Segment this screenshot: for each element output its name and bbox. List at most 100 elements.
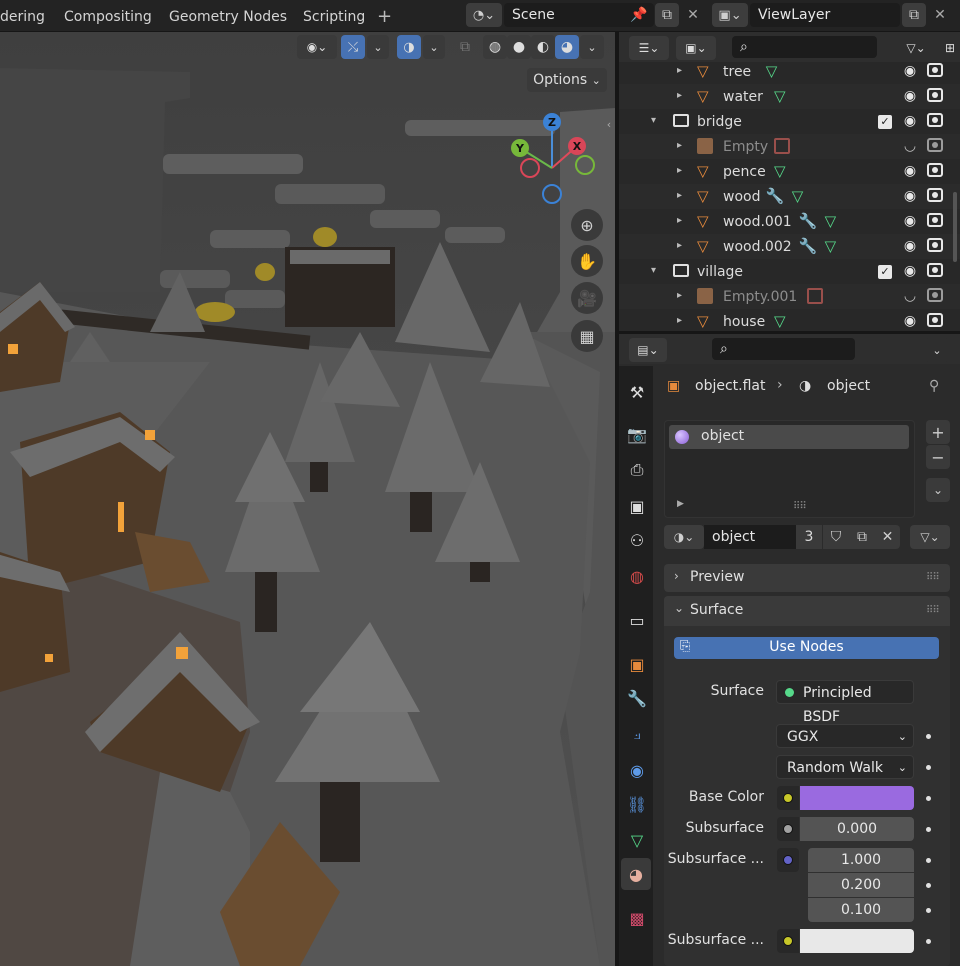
display-mode-dropdown[interactable]: ☰⌄ [629, 36, 669, 60]
new-collection-button[interactable]: ⊞ [940, 36, 960, 60]
slot-specials-button[interactable]: ⌄ [926, 478, 950, 502]
mesh-data-icon[interactable]: ▽ [825, 238, 837, 254]
subsurface-color-socket-button[interactable] [777, 929, 799, 953]
eye-icon[interactable]: ◉ [901, 113, 919, 129]
render-camera-icon[interactable] [927, 213, 943, 227]
surface-shader-dropdown[interactable]: Principled BSDF [776, 680, 914, 725]
shading-material[interactable]: ◐ [531, 35, 555, 59]
properties-search-input[interactable]: ⌕ [712, 338, 855, 360]
expand-triangle-icon[interactable]: ▶ [677, 499, 684, 509]
modifier-wrench-icon[interactable]: 🔧 [799, 237, 818, 255]
tab-data[interactable]: ▽ [625, 828, 649, 852]
pin-icon[interactable]: 📌 [630, 6, 648, 24]
disclosure-closed-icon[interactable]: ▸ [677, 215, 682, 226]
outliner-row-tree[interactable]: ▸ ▽ tree ▽ ◉ [619, 59, 960, 84]
mesh-data-icon[interactable]: ▽ [825, 213, 837, 229]
render-camera-icon[interactable] [927, 113, 943, 127]
tab-render[interactable]: 📷 [625, 422, 649, 446]
xray-toggle[interactable]: ⧉ [453, 35, 477, 59]
tab-constraints[interactable]: ⛓ [625, 792, 649, 816]
disclosure-closed-icon[interactable]: ▸ [677, 240, 682, 251]
base-color-swatch[interactable] [800, 786, 914, 810]
keyframe-dot[interactable] [926, 765, 931, 770]
camera-disabled-icon[interactable] [927, 288, 943, 302]
disclosure-closed-icon[interactable]: ▸ [677, 90, 682, 101]
outliner-row-house[interactable]: ▸ ▽ house ▽ ◉ [619, 309, 960, 332]
drag-grip-icon[interactable]: ⠿⠿ [926, 605, 940, 616]
perspective-toggle-button[interactable]: ▦ [571, 320, 603, 352]
outliner-scrollbar[interactable] [953, 192, 957, 262]
tab-modifiers[interactable]: 🔧 [625, 686, 649, 710]
drag-grip-icon[interactable]: ⠿⠿ [926, 572, 940, 583]
eye-closed-icon[interactable]: ◡ [901, 138, 919, 154]
subsurface-method-dropdown[interactable]: Random Walk ⌄ [776, 755, 914, 779]
subsurface-socket-button[interactable] [777, 817, 799, 841]
disclosure-closed-icon[interactable]: ▸ [677, 165, 682, 176]
outliner-row-empty-001[interactable]: ▸ Empty.001 ◡ [619, 284, 960, 309]
subsurface-radius-y[interactable]: 0.200 [808, 873, 914, 897]
overlays-toggle[interactable]: ◑ [397, 35, 421, 59]
area-divider-vertical[interactable] [615, 32, 619, 966]
object-visibility-button[interactable]: ◉⌄ [297, 35, 337, 59]
modifier-wrench-icon[interactable]: 🔧 [766, 187, 785, 205]
render-camera-icon[interactable] [927, 238, 943, 252]
render-camera-icon[interactable] [927, 63, 943, 77]
eye-icon[interactable]: ◉ [901, 263, 919, 279]
image-data-icon[interactable] [806, 288, 823, 304]
disclosure-open-icon[interactable]: ▾ [651, 115, 656, 126]
keyframe-dot[interactable] [926, 883, 931, 888]
shading-rendered[interactable]: ◕ [555, 35, 579, 59]
tab-scene[interactable]: ⚇ [625, 528, 649, 552]
eye-icon[interactable]: ◉ [901, 213, 919, 229]
keyframe-dot[interactable] [926, 939, 931, 944]
eye-icon[interactable]: ◉ [901, 88, 919, 104]
disclosure-closed-icon[interactable]: ▸ [677, 315, 682, 326]
eye-icon[interactable]: ◉ [901, 188, 919, 204]
subsurface-radius-z[interactable]: 0.100 [808, 898, 914, 922]
outliner-filter-button[interactable]: ▽⌄ [896, 36, 936, 60]
outliner-row-bridge[interactable]: ▾ bridge ✓ ◉ [619, 109, 960, 134]
overlays-dropdown[interactable]: ⌄ [423, 35, 445, 59]
subsurface-value-field[interactable]: 0.000 [800, 817, 914, 841]
scene-browse-button[interactable]: ◔⌄ [466, 3, 502, 27]
outliner-row-wood-001[interactable]: ▸ ▽ wood.001 🔧 ▽ ◉ [619, 209, 960, 234]
user-count-badge[interactable]: 3 [796, 525, 822, 549]
fake-user-button[interactable]: ⛉ [823, 525, 849, 549]
remove-slot-button[interactable]: − [926, 445, 950, 469]
options-button[interactable]: Options ⌄ [527, 68, 607, 92]
image-data-icon[interactable] [774, 138, 790, 154]
zoom-button[interactable]: ⊕ [571, 209, 603, 241]
outliner-row-village[interactable]: ▾ village ✓ ◉ [619, 259, 960, 284]
render-camera-icon[interactable] [927, 163, 943, 177]
eye-icon[interactable]: ◉ [901, 63, 919, 79]
disclosure-closed-icon[interactable]: ▸ [677, 65, 682, 76]
view-layer-browse-button[interactable]: ▣⌄ [712, 3, 748, 27]
disclosure-closed-icon[interactable]: ▸ [677, 140, 682, 151]
shading-dropdown[interactable]: ⌄ [580, 35, 604, 59]
properties-options-dropdown[interactable]: ⌄ [925, 338, 949, 362]
outliner-row-water[interactable]: ▸ ▽ water ▽ ◉ [619, 84, 960, 109]
tab-tool[interactable]: ⚒ [625, 380, 649, 404]
tab-physics[interactable]: ◉ [625, 758, 649, 782]
subsurface-radius-socket-button[interactable] [777, 848, 799, 872]
exclude-checkbox[interactable]: ✓ [878, 265, 892, 279]
workspace-tab-geometry-nodes[interactable]: Geometry Nodes [169, 6, 287, 28]
mesh-data-icon[interactable]: ▽ [766, 63, 778, 79]
subsurface-radius-x[interactable]: 1.000 [808, 848, 914, 872]
workspace-tab-compositing[interactable]: Compositing [64, 6, 152, 28]
disclosure-closed-icon[interactable]: ▸ [677, 190, 682, 201]
tab-material[interactable]: ◕ [621, 858, 651, 890]
add-workspace-button[interactable]: + [377, 6, 392, 28]
eye-closed-icon[interactable]: ◡ [901, 288, 919, 304]
resize-grip-icon[interactable]: ⠿⠿ [793, 501, 807, 512]
base-color-socket-button[interactable] [777, 786, 799, 810]
keyframe-dot[interactable] [926, 858, 931, 863]
link-dropdown[interactable]: ▽⌄ [910, 525, 950, 549]
modifier-wrench-icon[interactable]: 🔧 [799, 212, 818, 230]
gizmo-dropdown[interactable]: ⌄ [367, 35, 389, 59]
add-slot-button[interactable]: + [926, 420, 950, 444]
shading-solid[interactable]: ● [507, 35, 531, 59]
filter-dropdown[interactable]: ▣⌄ [676, 36, 716, 60]
pan-button[interactable]: ✋ [571, 245, 603, 277]
new-scene-button[interactable]: ⧉ [655, 3, 679, 27]
